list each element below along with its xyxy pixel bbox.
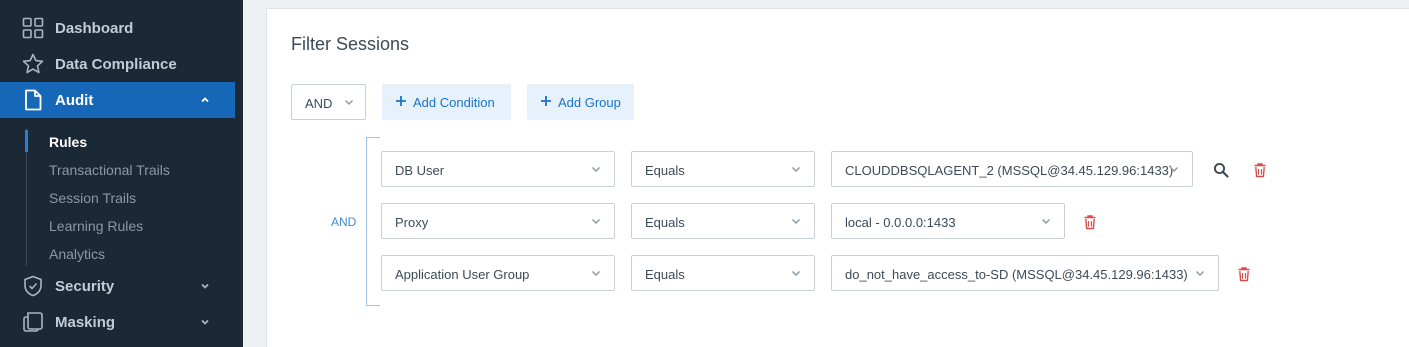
root-operator-value: AND [305,96,333,111]
group-operator-toggle[interactable]: AND [331,215,356,229]
add-group-button[interactable]: Add Group [527,84,634,120]
condition-value: local - 0.0.0.0:1433 [845,215,956,230]
nav-item-label: Dashboard [55,19,134,37]
chevron-up-icon [201,97,209,103]
condition-field-value: Proxy [395,215,429,230]
chevron-down-icon [1042,219,1050,224]
add-condition-label: Add Condition [413,95,495,110]
star-icon [22,53,44,74]
sidebar-subitem-learning-rules[interactable]: Learning Rules [49,218,143,234]
root-operator-select[interactable]: AND [291,84,366,120]
condition-operator-select[interactable]: Equals [631,203,815,239]
plus-icon [541,96,551,106]
sidebar-subitem-analytics[interactable]: Analytics [49,246,105,262]
nav-item-data-compliance[interactable]: Data Compliance [0,46,235,82]
nav-item-audit[interactable]: Audit [0,82,235,118]
condition-value-select[interactable]: do_not_have_access_to-SD (MSSQL@34.45.12… [831,255,1219,291]
nav-item-dashboard[interactable]: Dashboard [0,10,235,46]
chevron-down-icon [201,319,209,325]
add-condition-button[interactable]: Add Condition [382,84,511,120]
trash-icon[interactable] [1252,162,1268,178]
plus-icon [396,96,406,106]
condition-value: do_not_have_access_to-SD (MSSQL@34.45.12… [845,267,1188,282]
nav-item-label: Masking [55,313,116,331]
condition-group-bracket [366,137,380,306]
nav-item-label: Security [55,277,115,295]
sidebar-subitem-rules[interactable]: Rules [49,134,87,150]
condition-field-select[interactable]: DB User [381,151,615,187]
condition-field-select[interactable]: Application User Group [381,255,615,291]
audit-submenu: Rules Transactional Trails Session Trail… [0,126,243,268]
document-icon [25,89,42,111]
chevron-down-icon [592,167,600,172]
chevron-down-icon [792,219,800,224]
chevron-down-icon [1170,167,1178,172]
condition-field-select[interactable]: Proxy [381,203,615,239]
shield-icon [24,275,42,297]
search-icon[interactable] [1213,162,1229,178]
condition-operator-select[interactable]: Equals [631,151,815,187]
condition-operator-select[interactable]: Equals [631,255,815,291]
masking-icon [23,312,43,332]
condition-value-select[interactable]: CLOUDDBSQLAGENT_2 (MSSQL@34.45.129.96:14… [831,151,1193,187]
condition-operator-value: Equals [645,163,685,178]
grid-icon [22,17,44,39]
condition-value: CLOUDDBSQLAGENT_2 (MSSQL@34.45.129.96:14… [845,163,1174,178]
trash-icon[interactable] [1082,214,1098,230]
chevron-down-icon [201,283,209,289]
chevron-down-icon [792,271,800,276]
condition-value-select[interactable]: local - 0.0.0.0:1433 [831,203,1065,239]
condition-field-value: DB User [395,163,445,178]
chevron-down-icon [592,271,600,276]
chevron-down-icon [345,100,353,105]
submenu-active-indicator [25,130,28,152]
nav-item-label: Data Compliance [55,55,177,73]
nav-item-label: Audit [55,91,94,109]
sidebar-subitem-session-trails[interactable]: Session Trails [49,190,136,206]
chevron-down-icon [592,219,600,224]
sidebar-subitem-transactional-trails[interactable]: Transactional Trails [49,162,170,178]
condition-operator-value: Equals [645,267,685,282]
sidebar: Dashboard Data Compliance Audit Rules Tr… [0,0,243,347]
nav-item-security[interactable]: Security [0,268,235,304]
chevron-down-icon [1196,271,1204,276]
nav-item-masking[interactable]: Masking [0,304,235,340]
add-group-label: Add Group [558,95,621,110]
trash-icon[interactable] [1236,266,1252,282]
condition-field-value: Application User Group [395,267,530,282]
condition-operator-value: Equals [645,215,685,230]
chevron-down-icon [792,167,800,172]
page-title: Filter Sessions [291,34,410,54]
